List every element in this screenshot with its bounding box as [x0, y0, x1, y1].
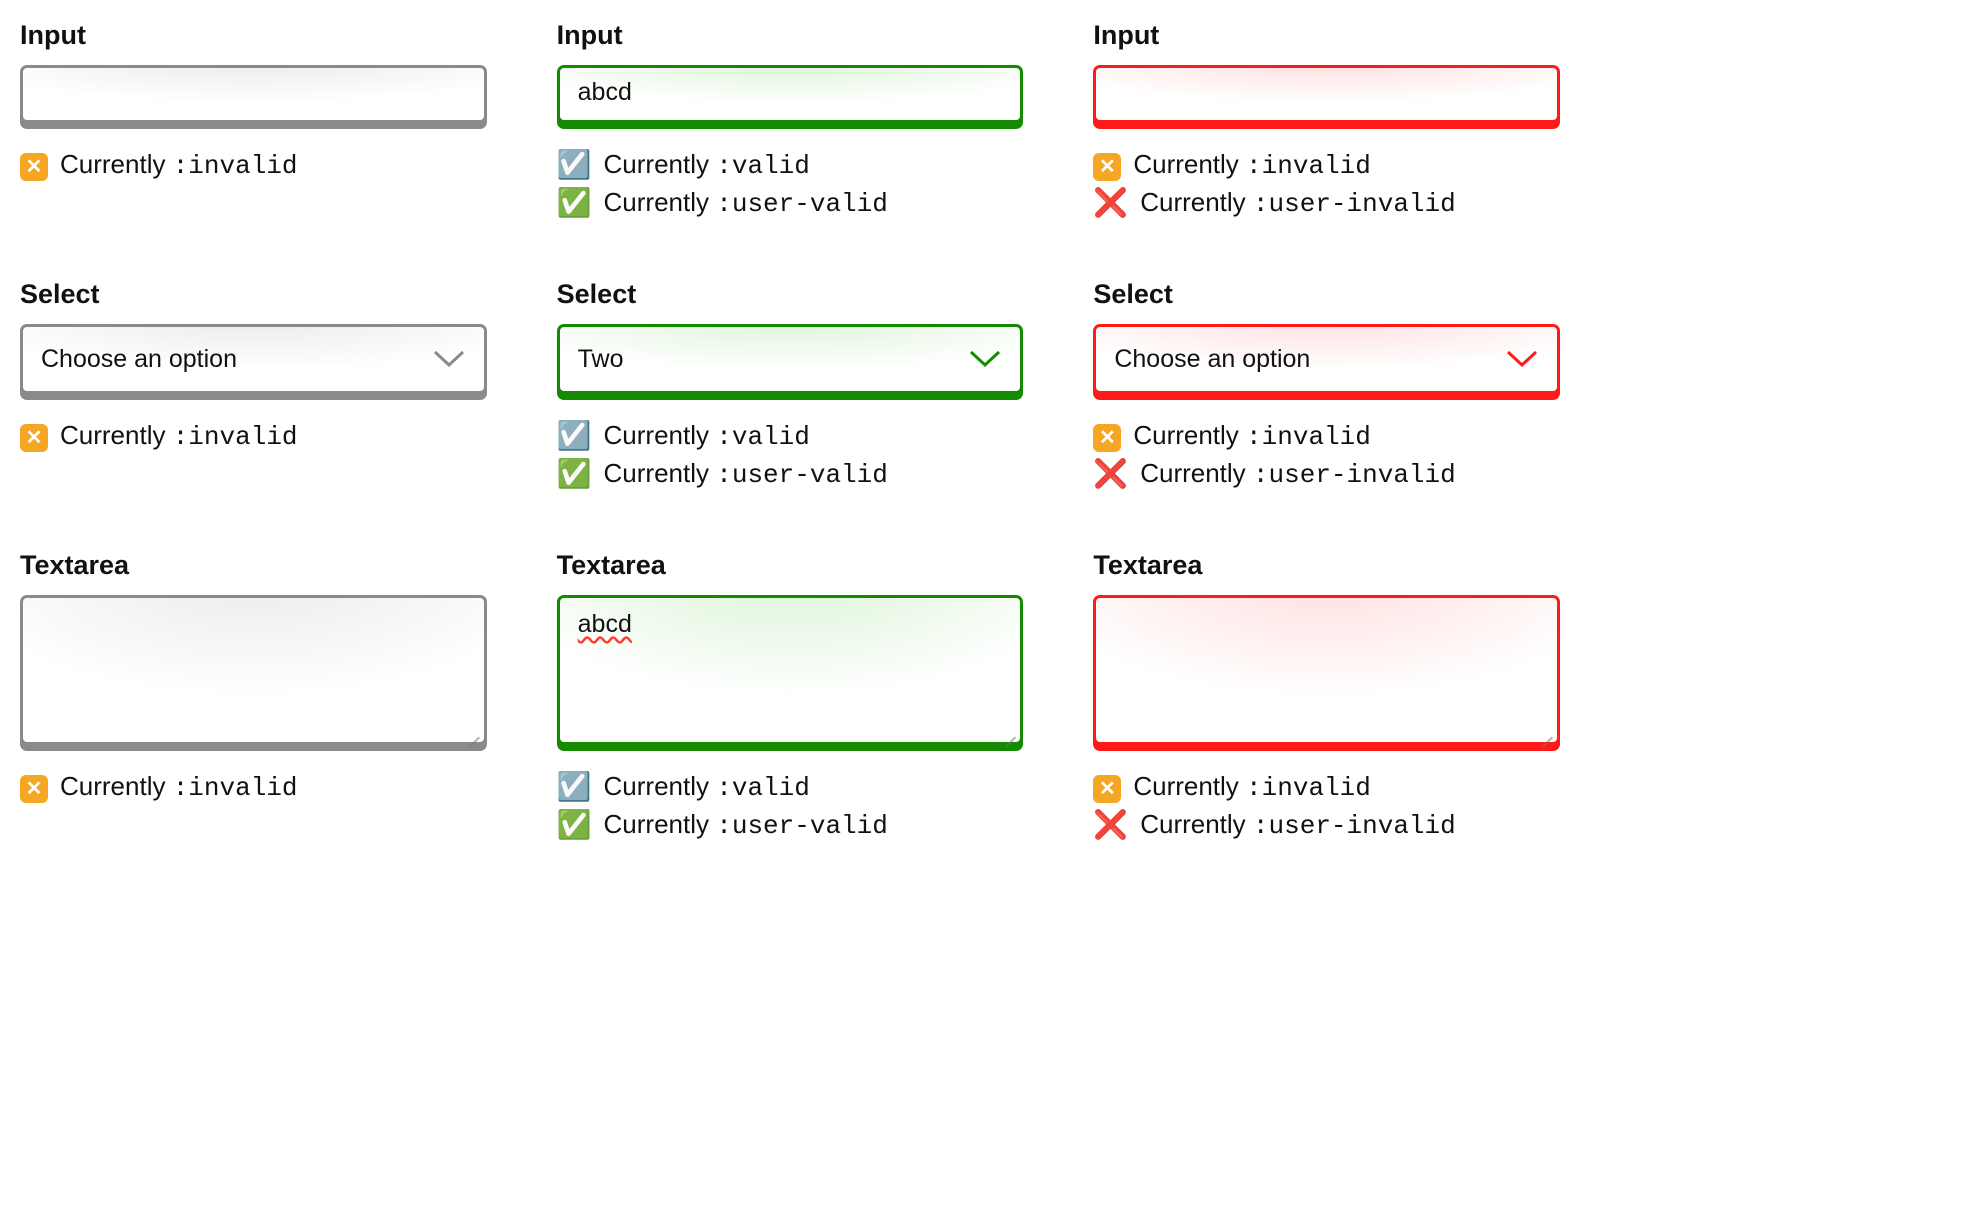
status-text: Currently :invalid: [60, 420, 298, 452]
status-list: ✕ Currently :invalid: [20, 420, 487, 452]
x-red-icon: ❌: [1093, 189, 1128, 217]
x-orange-icon: ✕: [1093, 421, 1121, 452]
check-blue-icon: ☑️: [557, 773, 592, 801]
label-textarea: Textarea: [557, 550, 1024, 581]
cell-select-invalid: Select Choose an option ✕ Currently :inv…: [1093, 279, 1560, 490]
status-text: Currently :invalid: [1133, 420, 1371, 452]
status-user-invalid: ❌ Currently :user-invalid: [1093, 458, 1560, 490]
label-input: Input: [20, 20, 487, 51]
resize-grip-icon[interactable]: [1537, 722, 1553, 738]
x-orange-icon: ✕: [20, 772, 48, 803]
status-user-invalid: ❌ Currently :user-invalid: [1093, 187, 1560, 219]
status-text: Currently :user-invalid: [1140, 809, 1456, 841]
check-green-icon: ✅: [557, 811, 592, 839]
cell-select-neutral: Select Choose an option ✕ Currently :inv…: [20, 279, 487, 490]
label-select: Select: [1093, 279, 1560, 310]
label-textarea: Textarea: [20, 550, 487, 581]
resize-grip-icon[interactable]: [1000, 722, 1016, 738]
label-input: Input: [1093, 20, 1560, 51]
cell-textarea-valid: Textarea abcd ☑️ Currently :valid ✅ Curr…: [557, 550, 1024, 841]
status-text: Currently :valid: [604, 420, 810, 452]
status-text: Currently :valid: [604, 771, 810, 803]
status-invalid: ✕ Currently :invalid: [1093, 420, 1560, 452]
x-red-icon: ❌: [1093, 811, 1128, 839]
x-orange-icon: ✕: [1093, 772, 1121, 803]
chevron-down-icon: [1505, 349, 1539, 369]
status-text: Currently :user-valid: [604, 187, 888, 219]
status-valid: ☑️ Currently :valid: [557, 420, 1024, 452]
status-text: Currently :invalid: [60, 771, 298, 803]
status-list: ☑️ Currently :valid ✅ Currently :user-va…: [557, 149, 1024, 219]
status-list: ☑️ Currently :valid ✅ Currently :user-va…: [557, 420, 1024, 490]
status-valid: ☑️ Currently :valid: [557, 771, 1024, 803]
textarea-value: abcd: [578, 610, 632, 638]
chevron-down-icon: [968, 349, 1002, 369]
cell-input-invalid: Input ✕ Currently :invalid ❌ Currently :…: [1093, 20, 1560, 219]
cell-select-valid: Select Two ☑️ Currently :valid ✅ Current…: [557, 279, 1024, 490]
resize-grip-icon[interactable]: [464, 722, 480, 738]
x-red-icon: ❌: [1093, 460, 1128, 488]
check-green-icon: ✅: [557, 189, 592, 217]
status-user-invalid: ❌ Currently :user-invalid: [1093, 809, 1560, 841]
status-list: ✕ Currently :invalid: [20, 149, 487, 181]
cell-textarea-neutral: Textarea ✕ Currently :invalid: [20, 550, 487, 841]
text-input[interactable]: [20, 65, 487, 123]
textarea-input[interactable]: [1093, 595, 1560, 745]
status-list: ✕ Currently :invalid ❌ Currently :user-i…: [1093, 420, 1560, 490]
status-user-valid: ✅ Currently :user-valid: [557, 809, 1024, 841]
x-orange-icon: ✕: [1093, 150, 1121, 181]
status-text: Currently :user-valid: [604, 809, 888, 841]
textarea-input[interactable]: [20, 595, 487, 745]
status-invalid: ✕ Currently :invalid: [1093, 771, 1560, 803]
label-select: Select: [557, 279, 1024, 310]
status-user-valid: ✅ Currently :user-valid: [557, 458, 1024, 490]
status-list: ✕ Currently :invalid ❌ Currently :user-i…: [1093, 771, 1560, 841]
x-orange-icon: ✕: [20, 421, 48, 452]
form-states-grid: Input ✕ Currently :invalid Input abcd ☑️…: [20, 20, 1560, 841]
status-valid: ☑️ Currently :valid: [557, 149, 1024, 181]
status-text: Currently :invalid: [1133, 149, 1371, 181]
status-text: Currently :invalid: [60, 149, 298, 181]
label-textarea: Textarea: [1093, 550, 1560, 581]
status-text: Currently :user-invalid: [1140, 187, 1456, 219]
label-select: Select: [20, 279, 487, 310]
select-value: Two: [578, 347, 624, 372]
text-input[interactable]: [1093, 65, 1560, 123]
select-input[interactable]: Two: [557, 324, 1024, 394]
status-invalid: ✕ Currently :invalid: [20, 771, 487, 803]
status-list: ✕ Currently :invalid: [20, 771, 487, 803]
status-list: ☑️ Currently :valid ✅ Currently :user-va…: [557, 771, 1024, 841]
check-blue-icon: ☑️: [557, 151, 592, 179]
status-invalid: ✕ Currently :invalid: [20, 420, 487, 452]
cell-input-valid: Input abcd ☑️ Currently :valid ✅ Current…: [557, 20, 1024, 219]
label-input: Input: [557, 20, 1024, 51]
status-text: Currently :user-invalid: [1140, 458, 1456, 490]
status-text: Currently :invalid: [1133, 771, 1371, 803]
status-user-valid: ✅ Currently :user-valid: [557, 187, 1024, 219]
select-input[interactable]: Choose an option: [1093, 324, 1560, 394]
status-text: Currently :valid: [604, 149, 810, 181]
status-text: Currently :user-valid: [604, 458, 888, 490]
cell-textarea-invalid: Textarea ✕ Currently :invalid ❌ Currentl…: [1093, 550, 1560, 841]
x-orange-icon: ✕: [20, 150, 48, 181]
check-blue-icon: ☑️: [557, 422, 592, 450]
input-value: abcd: [578, 78, 632, 106]
select-value: Choose an option: [1114, 347, 1310, 372]
select-input[interactable]: Choose an option: [20, 324, 487, 394]
status-invalid: ✕ Currently :invalid: [20, 149, 487, 181]
chevron-down-icon: [432, 349, 466, 369]
check-green-icon: ✅: [557, 460, 592, 488]
text-input[interactable]: abcd: [557, 65, 1024, 123]
status-invalid: ✕ Currently :invalid: [1093, 149, 1560, 181]
status-list: ✕ Currently :invalid ❌ Currently :user-i…: [1093, 149, 1560, 219]
cell-input-neutral: Input ✕ Currently :invalid: [20, 20, 487, 219]
textarea-input[interactable]: abcd: [557, 595, 1024, 745]
select-value: Choose an option: [41, 347, 237, 372]
